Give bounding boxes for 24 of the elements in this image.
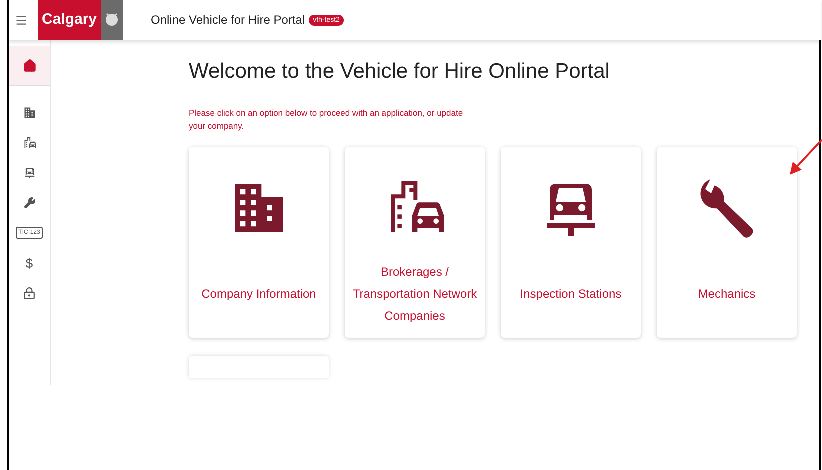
sidebar-item[interactable] (9, 46, 50, 86)
crest-icon (101, 0, 123, 40)
card-label: Mechanics (697, 286, 757, 302)
menu-icon[interactable] (15, 14, 28, 26)
option-card[interactable]: Mechanics (657, 147, 797, 338)
page-heading: Welcome to the Vehicle for Hire Online Portal (189, 59, 611, 85)
lock-icon (23, 286, 36, 300)
app-title: Online Vehicle for Hire Portal (151, 12, 306, 29)
option-card[interactable]: Inspection Stations (501, 147, 641, 338)
option-card[interactable]: Company Information (189, 147, 329, 338)
home-icon (22, 58, 36, 72)
building-car-icon (22, 136, 36, 150)
sidebar-item[interactable]: $ (9, 248, 50, 278)
car-lift-icon (22, 166, 36, 180)
building-icon (22, 106, 36, 120)
option-card[interactable]: Brokerages / Transportation Network Companies (345, 147, 485, 338)
intro-text: Please click on an option below to proceed with an application, or update your company. (189, 107, 464, 133)
dollar-icon: $ (26, 256, 34, 270)
card-label: Brokerages / Transportation Network Companies (352, 264, 478, 324)
annotation-arrow (788, 138, 822, 178)
brand-logo: Calgary (38, 0, 101, 40)
card-label: Company Information (200, 286, 318, 302)
card-label: Inspection Stations (519, 286, 623, 302)
wrench-icon (24, 197, 36, 209)
